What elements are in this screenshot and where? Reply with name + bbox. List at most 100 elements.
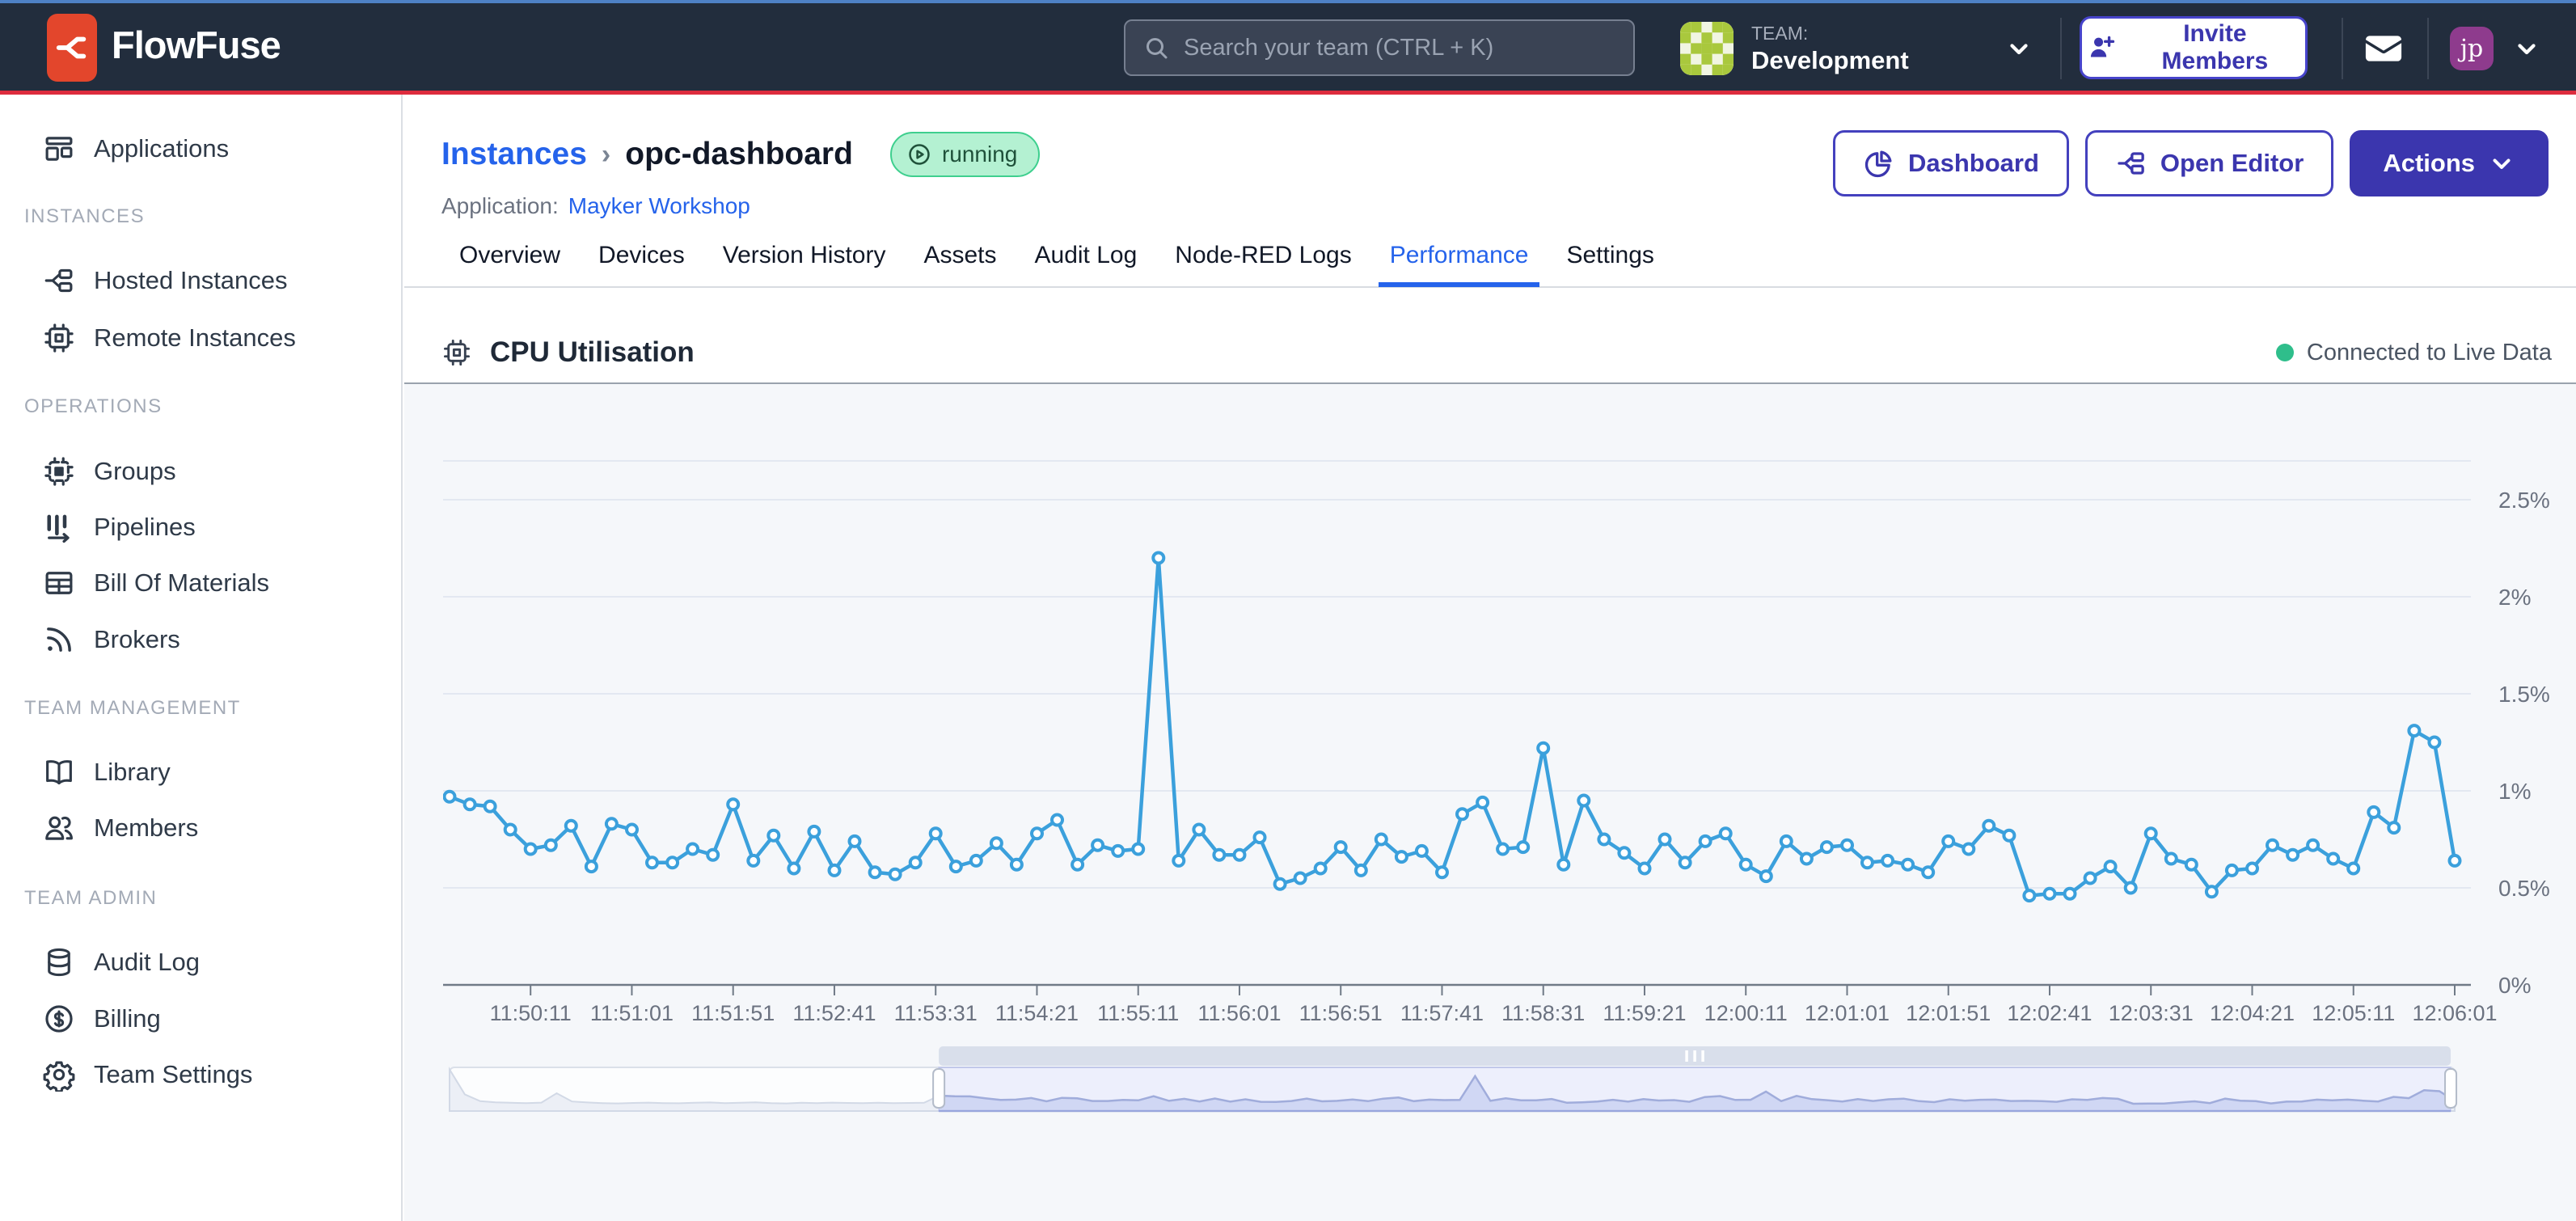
- sidebar-item-library[interactable]: Library: [0, 744, 403, 801]
- sidebar-item-brokers[interactable]: Brokers: [0, 611, 403, 668]
- sidebar-item-pipelines[interactable]: Pipelines: [0, 499, 403, 556]
- sidebar-item-hosted-instances[interactable]: Hosted Instances: [0, 252, 403, 309]
- svg-text:12:01:51: 12:01:51: [1906, 1001, 1991, 1025]
- sidebar-item-billing[interactable]: Billing: [0, 991, 403, 1047]
- chevron-down-icon: [2513, 35, 2540, 62]
- sidebar-item-applications[interactable]: Applications: [0, 120, 403, 177]
- hosted-instances-icon: [42, 264, 76, 298]
- editor-branch-icon: [2115, 147, 2147, 180]
- audit-log-icon: [42, 945, 76, 979]
- play-circle-icon: [906, 142, 932, 167]
- svg-text:11:58:31: 11:58:31: [1501, 1001, 1585, 1025]
- chart-pie-icon: [1863, 147, 1895, 180]
- svg-text:11:53:31: 11:53:31: [894, 1001, 978, 1025]
- svg-text:12:00:11: 12:00:11: [1704, 1001, 1788, 1025]
- breadcrumb: Instances › opc-dashboard running: [441, 129, 1040, 180]
- open-editor-button[interactable]: Open Editor: [2085, 130, 2333, 196]
- sidebar-item-groups[interactable]: Groups: [0, 443, 403, 500]
- svg-text:12:01:01: 12:01:01: [1805, 1001, 1890, 1025]
- user-menu[interactable]: jp: [2450, 18, 2563, 79]
- svg-text:2%: 2%: [2498, 585, 2531, 610]
- team-name: Development: [1751, 46, 1909, 75]
- divider: [2342, 18, 2343, 79]
- flowfuse-logo[interactable]: [47, 14, 97, 82]
- dashboard-button[interactable]: Dashboard: [1833, 130, 2069, 196]
- open-editor-button-label: Open Editor: [2160, 149, 2304, 178]
- svg-text:11:59:21: 11:59:21: [1603, 1001, 1686, 1025]
- sidebar-item-label: Brokers: [94, 625, 180, 654]
- svg-text:2.5%: 2.5%: [2498, 488, 2550, 513]
- cpu-utilisation-chart: 0%0.5%1%1.5%2%2.5%11:50:1111:51:0111:51:…: [443, 437, 2555, 1035]
- sidebar-item-members[interactable]: Members: [0, 800, 403, 856]
- svg-text:11:54:21: 11:54:21: [995, 1001, 1079, 1025]
- sidebar-item-audit-log[interactable]: Audit Log: [0, 934, 403, 991]
- tab-audit-log[interactable]: Audit Log: [1035, 242, 1138, 287]
- sidebar: Applications INSTANCES Hosted Instances …: [0, 95, 403, 1221]
- team-search-input[interactable]: Search your team (CTRL + K): [1124, 19, 1635, 76]
- sidebar-item-remote-instances[interactable]: Remote Instances: [0, 310, 403, 366]
- sidebar-section-instances: INSTANCES: [24, 201, 145, 233]
- flowfuse-branch-icon: [53, 29, 91, 66]
- team-label: TEAM:: [1751, 23, 1909, 44]
- tab-overview[interactable]: Overview: [459, 242, 560, 287]
- svg-text:11:52:41: 11:52:41: [792, 1001, 876, 1025]
- svg-text:1%: 1%: [2498, 779, 2531, 804]
- cpu-chip-icon: [441, 337, 472, 368]
- sidebar-item-label: Team Settings: [94, 1060, 252, 1089]
- tab-node-red-logs[interactable]: Node-RED Logs: [1175, 242, 1351, 287]
- library-icon: [42, 755, 76, 789]
- svg-text:0%: 0%: [2498, 973, 2531, 998]
- status-badge: running: [890, 132, 1040, 177]
- divider: [2060, 18, 2062, 79]
- brand-name: FlowFuse: [112, 23, 281, 67]
- panel-title: CPU Utilisation: [490, 336, 695, 369]
- billing-icon: [42, 1002, 76, 1036]
- pipelines-icon: [42, 510, 76, 544]
- breadcrumb-instances-link[interactable]: Instances: [441, 137, 587, 172]
- svg-text:11:55:11: 11:55:11: [1097, 1001, 1179, 1025]
- sidebar-item-label: Applications: [94, 134, 229, 163]
- tab-devices[interactable]: Devices: [598, 242, 685, 287]
- svg-text:11:51:51: 11:51:51: [691, 1001, 775, 1025]
- team-avatar: [1680, 22, 1734, 75]
- brush-svg[interactable]: [443, 1045, 2555, 1117]
- svg-text:12:04:21: 12:04:21: [2210, 1001, 2295, 1025]
- flowfuse-app: FlowFuse Search your team (CTRL + K) TEA…: [0, 0, 2576, 1221]
- svg-text:0.5%: 0.5%: [2498, 876, 2550, 901]
- sidebar-item-label: Groups: [94, 457, 176, 486]
- invite-members-button[interactable]: Invite Members: [2080, 16, 2308, 79]
- main-content: Instances › opc-dashboard running Applic…: [404, 95, 2576, 1221]
- sidebar-section-operations: OPERATIONS: [24, 391, 163, 423]
- instance-name: opc-dashboard: [625, 137, 853, 172]
- sidebar-section-team-management: TEAM MANAGEMENT: [24, 692, 241, 725]
- team-selector[interactable]: TEAM: Development: [1680, 15, 2044, 82]
- actions-button[interactable]: Actions: [2350, 130, 2549, 196]
- sidebar-item-team-settings[interactable]: Team Settings: [0, 1046, 403, 1103]
- live-status-text: Connected to Live Data: [2307, 340, 2552, 366]
- actions-button-label: Actions: [2383, 149, 2475, 178]
- cpu-chart-svg: 0%0.5%1%1.5%2%2.5%11:50:1111:51:0111:51:…: [443, 437, 2555, 1035]
- chart-range-brush[interactable]: [443, 1045, 2555, 1117]
- live-status: Connected to Live Data: [2276, 340, 2552, 366]
- tab-assets[interactable]: Assets: [923, 242, 996, 287]
- tab-settings[interactable]: Settings: [1566, 242, 1653, 287]
- svg-text:11:57:41: 11:57:41: [1400, 1001, 1484, 1025]
- application-link[interactable]: Mayker Workshop: [568, 193, 750, 219]
- svg-text:11:50:11: 11:50:11: [490, 1001, 572, 1025]
- status-text: running: [942, 142, 1017, 167]
- sidebar-item-label: Hosted Instances: [94, 266, 288, 295]
- sidebar-item-bill-of-materials[interactable]: Bill Of Materials: [0, 555, 403, 611]
- notifications-button[interactable]: [2359, 24, 2408, 73]
- chevron-down-icon: [2005, 35, 2033, 62]
- tab-version-history[interactable]: Version History: [723, 242, 886, 287]
- svg-text:11:56:01: 11:56:01: [1197, 1001, 1281, 1025]
- tab-performance[interactable]: Performance: [1390, 242, 1529, 287]
- svg-text:12:05:11: 12:05:11: [2312, 1001, 2395, 1025]
- dashboard-button-label: Dashboard: [1908, 149, 2039, 178]
- user-avatar: jp: [2450, 27, 2494, 70]
- header-buttons: Dashboard Open Editor Actions: [1833, 130, 2549, 196]
- sidebar-item-label: Remote Instances: [94, 323, 296, 353]
- applications-icon: [42, 132, 76, 166]
- bill-of-materials-icon: [42, 566, 76, 600]
- sidebar-item-label: Billing: [94, 1004, 161, 1033]
